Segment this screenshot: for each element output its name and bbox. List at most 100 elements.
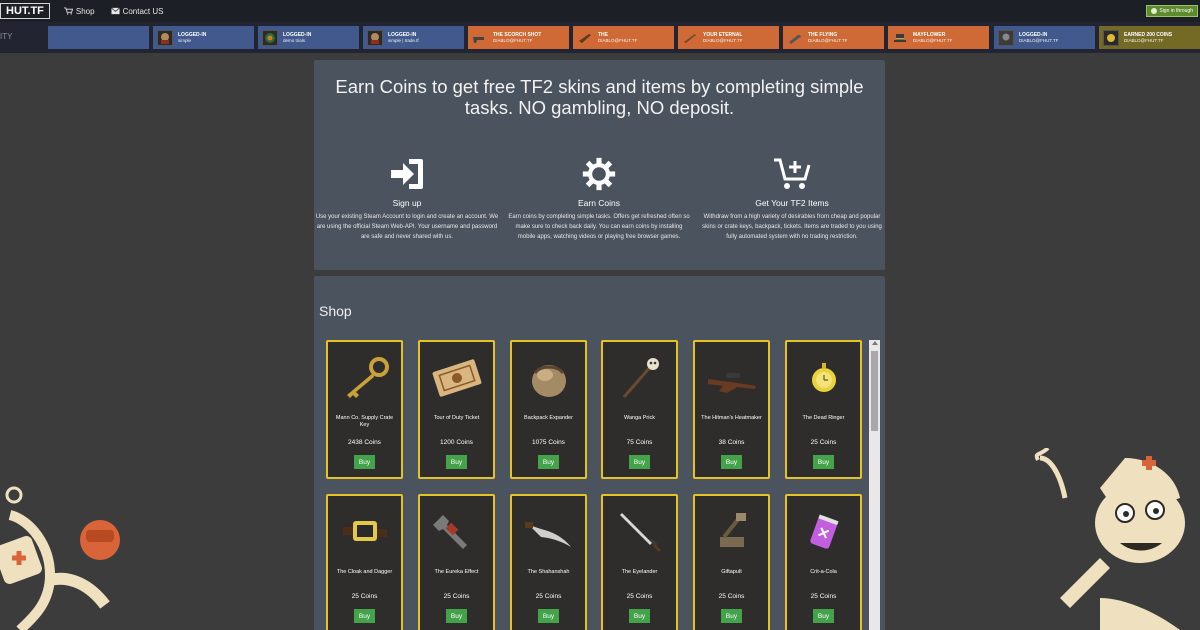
shop-item-card[interactable]: The Hitman's Heatmaker 38 Coins Buy xyxy=(693,340,770,479)
shop-item-card[interactable]: The Eyelander 25 Coins Buy xyxy=(601,494,678,630)
buy-button[interactable]: Buy xyxy=(354,609,375,623)
demoman-avatar-icon xyxy=(262,29,278,46)
feature-text: Withdraw from a high variety of desirabl… xyxy=(702,214,882,240)
buy-button[interactable]: Buy xyxy=(446,455,467,469)
user-avatar-icon xyxy=(998,29,1014,46)
ticker-subtitle: simple | trade.tf xyxy=(388,37,419,43)
buy-button[interactable]: Buy xyxy=(538,609,559,623)
buy-button[interactable]: Buy xyxy=(813,609,834,623)
wrench-icon xyxy=(432,515,467,549)
item-name: Giftapult xyxy=(721,569,742,575)
shovel-icon xyxy=(787,30,803,46)
steam-login-label: Sign in through xyxy=(1159,8,1193,14)
shop-item-card[interactable]: Crit-a-Cola 25 Coins Buy xyxy=(785,494,862,630)
buy-button[interactable]: Buy xyxy=(629,609,650,623)
shop-item-card[interactable]: The Dead Ringer 25 Coins Buy xyxy=(785,340,862,479)
item-name: Backpack Expander xyxy=(524,415,573,421)
weapon-icon xyxy=(577,30,593,46)
site-logo[interactable]: HUT.TF xyxy=(0,3,50,19)
item-name: The Eyelander xyxy=(621,569,658,575)
item-price: 25 Coins xyxy=(810,593,837,600)
cloak-watch-icon xyxy=(342,521,387,541)
shop-item-card[interactable]: Mann Co. Supply Crate Key 2438 Coins Buy xyxy=(326,340,403,479)
sniper-rifle-icon xyxy=(707,373,756,393)
scrollbar-thumb[interactable] xyxy=(871,351,878,431)
key-icon xyxy=(346,357,389,398)
soda-can-icon xyxy=(809,514,839,549)
buy-button[interactable]: Buy xyxy=(354,455,375,469)
item-name: The Shahanshah xyxy=(527,569,570,575)
scimitar-icon xyxy=(524,522,571,547)
shop-panel: Shop Mann Co. Supply Crate Key 2438 Coin… xyxy=(314,276,885,630)
steam-icon xyxy=(1151,8,1158,14)
ticker-item: THE FLYING DIABLO@FHUT.TF xyxy=(783,26,884,49)
ticker-label: ITY xyxy=(0,32,13,41)
item-price: 25 Coins xyxy=(535,593,562,600)
ticker-item: THE DIABLO@FHUT.TF xyxy=(573,26,674,49)
hero-panel: Earn Coins to get free TF2 skins and ite… xyxy=(314,60,885,270)
shop-item-card[interactable]: Giftapult 25 Coins Buy xyxy=(693,494,770,630)
item-price: 25 Coins xyxy=(718,593,745,600)
shop-item-card[interactable]: Backpack Expander 1075 Coins Buy xyxy=(510,340,587,479)
item-name: The Dead Ringer xyxy=(802,415,845,421)
item-price: 25 Coins xyxy=(443,593,470,600)
nav-contact-link[interactable]: Contact US xyxy=(110,6,164,16)
feature-text: Earn coins by completing simple tasks. O… xyxy=(508,214,690,240)
item-name: The Eureka Effect xyxy=(434,569,479,575)
shop-item-card[interactable]: The Cloak and Dagger 25 Coins Buy xyxy=(326,494,403,630)
ticker-item: THE SCORCH SHOT DIABLO@FHUT.TF xyxy=(468,26,569,49)
buy-button[interactable]: Buy xyxy=(538,455,559,469)
knife-icon xyxy=(682,30,698,46)
cart-icon xyxy=(63,7,73,15)
item-price: 38 Coins xyxy=(718,439,745,446)
ticker-subtitle: DIABLO@FHUT.TF xyxy=(703,37,743,43)
feature-title: Earn Coins xyxy=(577,198,621,208)
item-price: 75 Coins xyxy=(626,439,653,446)
buy-button[interactable]: Buy xyxy=(813,455,834,469)
ticker-subtitle: DIABLO@FHUT.TF xyxy=(493,37,533,43)
ticker-item: YOUR ETERNAL DIABLO@FHUT.TF xyxy=(678,26,779,49)
hero-title: Earn Coins to get free TF2 skins and ite… xyxy=(335,76,864,118)
shop-item-card[interactable]: Wanga Prick 75 Coins Buy xyxy=(601,340,678,479)
item-name: The Cloak and Dagger xyxy=(336,569,393,575)
scroll-up-arrow-icon[interactable] xyxy=(872,341,878,345)
coins-icon xyxy=(1103,29,1119,46)
activity-ticker: ITY LOGGED-IN simple LOGGED-IN demo trials… xyxy=(0,22,1200,53)
buy-button[interactable]: Buy xyxy=(721,455,742,469)
gear-icon xyxy=(582,157,616,191)
shop-scrollbar[interactable] xyxy=(869,340,880,630)
steam-login-button[interactable]: Sign in through xyxy=(1146,5,1198,17)
buy-button[interactable]: Buy xyxy=(629,455,650,469)
feature-earn-coins: Earn Coins Earn coins by completing simp… xyxy=(507,157,691,242)
feature-title: Sign up xyxy=(392,198,422,208)
ticker-item: LOGGED-IN demo trials xyxy=(258,26,359,49)
ticker-item: LOGGED-IN simple | trade.tf xyxy=(363,26,464,49)
ticker-subtitle: DIABLO@FHUT.TF xyxy=(1124,37,1164,43)
nav-contact-label: Contact US xyxy=(122,6,164,16)
spy-avatar-icon xyxy=(157,29,173,46)
feature-text: Use your existing Steam Account to login… xyxy=(315,214,499,240)
catapult-icon xyxy=(719,513,746,547)
shop-item-card[interactable]: The Eureka Effect 25 Coins Buy xyxy=(418,494,495,630)
item-price: 2438 Coins xyxy=(348,439,381,446)
ticker-item xyxy=(48,26,149,49)
spy-avatar-icon xyxy=(367,29,383,46)
shop-item-card[interactable]: The Shahanshah 25 Coins Buy xyxy=(510,494,587,630)
medic-mascot-icon xyxy=(1034,448,1185,630)
ticker-subtitle: demo trials xyxy=(283,37,306,43)
buy-button[interactable]: Buy xyxy=(721,609,742,623)
backpack-icon xyxy=(531,365,566,397)
feature-sign-up: Sign up Use your existing Steam Account … xyxy=(315,157,499,242)
ticker-subtitle: DIABLO@FHUT.TF xyxy=(598,37,638,43)
nav-shop-link[interactable]: Shop xyxy=(63,7,95,16)
ticker-subtitle: DIABLO@FHUT.TF xyxy=(1019,37,1059,43)
medigun-mascot-icon xyxy=(0,486,120,630)
item-price: 25 Coins xyxy=(351,593,378,600)
top-navbar: HUT.TF Shop Contact US Sign in through xyxy=(0,0,1200,22)
item-name: Mann Co. Supply Crate Key xyxy=(335,415,394,428)
ticket-icon xyxy=(432,359,481,397)
shop-title: Shop xyxy=(319,303,352,319)
ticker-item: EARNED 200 COINS DIABLO@FHUT.TF xyxy=(1099,26,1200,49)
shop-item-card[interactable]: Tour of Duty Ticket 1200 Coins Buy xyxy=(418,340,495,479)
buy-button[interactable]: Buy xyxy=(446,609,467,623)
